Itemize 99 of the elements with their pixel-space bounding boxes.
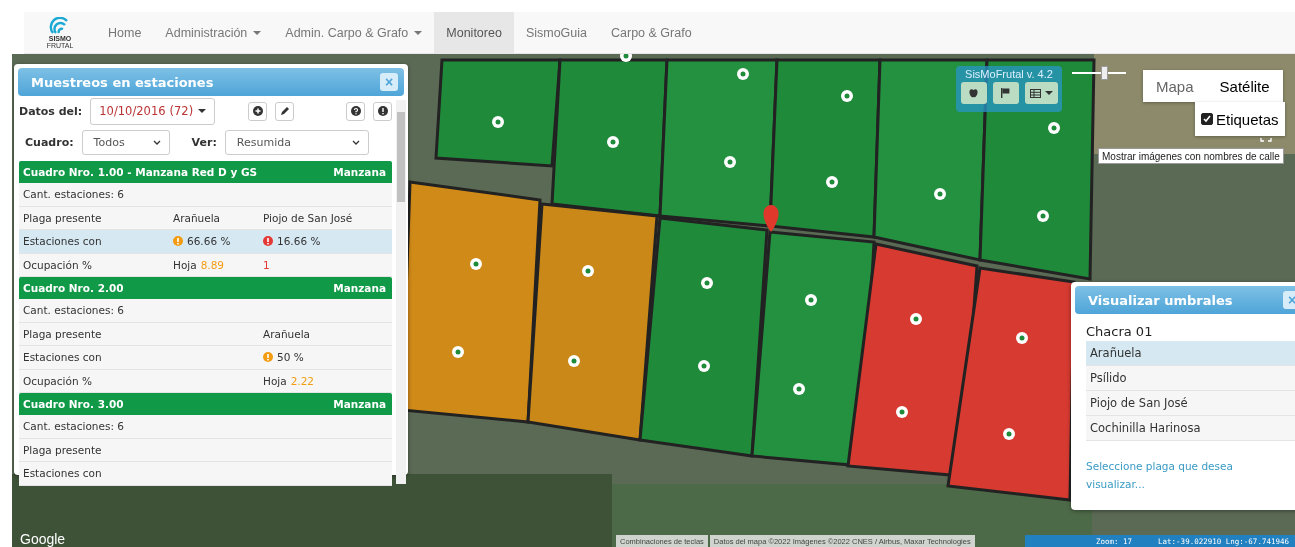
table-cell-text: Hoja 2.22 [262, 374, 316, 387]
chevron-down-icon [152, 139, 161, 145]
fruit-label: Manzana [333, 282, 386, 294]
pest-list-item[interactable]: Piojo de San José [1086, 391, 1295, 416]
row-label: Cant. estaciones: 6 [22, 420, 125, 433]
table-cell-text: Arañuela [172, 211, 222, 224]
table-cell-text: 1 [262, 258, 271, 271]
question-icon [350, 106, 361, 116]
slider-thumb[interactable] [1101, 66, 1109, 80]
group-title: Cuadro Nro. 3.00 [23, 398, 124, 410]
row-label: Cant. estaciones: 6 [22, 188, 125, 201]
station-marker[interactable] [896, 406, 908, 418]
add-button[interactable] [248, 101, 267, 121]
station-marker[interactable] [1003, 428, 1015, 440]
hint-text: Seleccione plaga que desea visualizar... [1086, 459, 1234, 492]
caret-icon [1044, 91, 1053, 95]
station-marker[interactable] [826, 176, 838, 188]
toolbar-button[interactable] [992, 82, 1019, 104]
station-marker[interactable] [470, 258, 482, 270]
table-cell: 50 % [259, 351, 392, 364]
station-marker[interactable] [1037, 210, 1049, 222]
nav-item[interactable]: Home [96, 12, 154, 53]
station-marker[interactable] [910, 313, 922, 325]
row-label: Estaciones con [22, 235, 103, 248]
fruit-label: Manzana [333, 398, 386, 410]
nav-item[interactable]: SismoGuia [513, 12, 600, 53]
pest-list-item[interactable]: Cochinilla Harinosa [1086, 416, 1295, 441]
nav-item[interactable]: Monitoreo [434, 12, 514, 53]
station-marker[interactable] [492, 116, 504, 128]
view-select[interactable]: Resumida [224, 129, 369, 155]
farm-title: Chacra 01 [1086, 324, 1154, 339]
row-label: Estaciones con [22, 351, 103, 364]
exclamation-icon [263, 352, 273, 363]
scrollbar[interactable] [396, 100, 406, 484]
exclamation-icon [377, 106, 388, 116]
field-label: Cuadro: [25, 135, 74, 149]
station-marker[interactable] [620, 54, 632, 62]
table-cell-text: Hoja 8.89 [172, 258, 226, 271]
station-marker[interactable] [841, 90, 853, 102]
station-marker[interactable] [582, 265, 594, 277]
field-label: Ver: [191, 135, 217, 149]
nav-item[interactable]: Admin. Carpo & Grafo [273, 12, 435, 53]
edit-button[interactable] [275, 101, 294, 121]
row-label: Plaga presente [22, 211, 103, 224]
location-pin[interactable] [763, 205, 779, 232]
station-marker[interactable] [793, 383, 805, 395]
caret-icon [253, 30, 262, 35]
caret-icon [414, 30, 423, 35]
nav-item[interactable]: Administración [153, 12, 274, 53]
station-marker[interactable] [737, 68, 749, 80]
group-title: Cuadro Nro. 2.00 [23, 282, 124, 294]
toolbar-button[interactable] [960, 82, 987, 104]
group-title: Cuadro Nro. 1.00 - Manzana Red D y GS [23, 166, 258, 178]
row-label: Estaciones con [22, 467, 103, 480]
nav-item[interactable]: Carpo & Grafo [599, 12, 704, 53]
row-label: Plaga presente [22, 443, 103, 456]
station-marker[interactable] [607, 136, 619, 148]
panel-title: Muestreos en estaciones [31, 74, 214, 90]
pest-list-item[interactable]: Arañuela [1086, 341, 1295, 366]
row-label: Ocupación % [22, 258, 93, 271]
help-button[interactable] [346, 101, 365, 121]
row-label: Cant. estaciones: 6 [22, 304, 125, 317]
station-marker[interactable] [1016, 332, 1028, 344]
cuadro-select[interactable]: Todos [81, 129, 170, 155]
apple-icon [969, 88, 978, 98]
labels-checkbox[interactable]: Etiquetas [1195, 102, 1285, 136]
table-icon [1029, 88, 1041, 98]
plus-icon [252, 106, 263, 116]
station-marker[interactable] [934, 188, 946, 200]
row-label: Plaga presente [22, 327, 103, 340]
exclamation-icon [173, 236, 183, 247]
fruit-label: Manzana [333, 166, 386, 178]
station-marker[interactable] [698, 360, 710, 372]
toolbar-button[interactable] [1024, 82, 1058, 104]
pest-list-item[interactable]: Psílido [1086, 366, 1295, 391]
map-type-button[interactable]: Mapa [1143, 70, 1207, 102]
pencil-icon [279, 106, 290, 116]
info-button[interactable] [373, 101, 392, 121]
station-marker[interactable] [568, 355, 580, 367]
table-cell: 66.66 % [169, 235, 259, 248]
table-cell-text: Piojo de San José [262, 211, 354, 224]
date-dropdown[interactable]: 10/10/2016 (72) [90, 97, 216, 125]
toolbar-title: SisMoFrutal v. 4.2 [965, 68, 1053, 80]
map-type-button[interactable]: Satélite [1206, 70, 1283, 102]
table-cell: 16.66 % [259, 235, 392, 248]
station-marker[interactable] [1048, 122, 1060, 134]
panel-title: Visualizar umbrales [1088, 292, 1233, 308]
station-marker[interactable] [805, 294, 817, 306]
google-logo: Google [20, 531, 66, 547]
station-marker[interactable] [452, 346, 464, 358]
table-cell-text: Arañuela [262, 327, 312, 340]
station-marker[interactable] [701, 277, 713, 289]
flag-icon [1001, 88, 1010, 98]
row-label: Ocupación % [22, 374, 93, 387]
field-label: Datos del: [19, 104, 83, 118]
exclamation-icon [263, 236, 273, 247]
tooltip: Mostrar imágenes con nombres de calle [1098, 148, 1284, 164]
chevron-down-icon [351, 139, 360, 145]
station-marker[interactable] [724, 156, 736, 168]
